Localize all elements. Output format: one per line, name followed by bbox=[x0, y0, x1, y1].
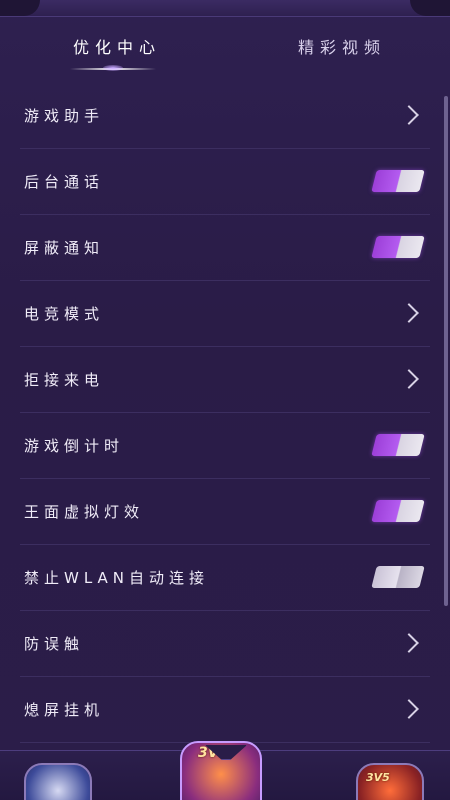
game-badge-text: 3V5 bbox=[366, 771, 390, 784]
chevron-right-icon bbox=[399, 369, 419, 389]
setting-row-game-countdown: 游戏倒计时 bbox=[20, 412, 430, 479]
setting-label: 电竞模式 bbox=[24, 304, 105, 323]
toggle-switch-on[interactable] bbox=[371, 170, 425, 192]
chevron-right-icon bbox=[399, 699, 419, 719]
setting-label: 禁止WLAN自动连接 bbox=[24, 568, 210, 587]
setting-label: 拒接来电 bbox=[24, 370, 105, 389]
game-shortcut-right[interactable]: 3V5 bbox=[356, 763, 424, 800]
toggle-switch-off[interactable] bbox=[371, 566, 425, 588]
setting-label: 游戏助手 bbox=[24, 106, 105, 125]
setting-row-virtual-light: 王面虚拟灯效 bbox=[20, 478, 430, 545]
chevron-right-icon bbox=[399, 303, 419, 323]
setting-label: 屏蔽通知 bbox=[24, 238, 105, 257]
toggle-switch-on[interactable] bbox=[371, 434, 425, 456]
setting-label: 防误触 bbox=[24, 634, 85, 653]
setting-row-anti-mistouch[interactable]: 防误触 bbox=[20, 610, 430, 677]
tab-optimization-center[interactable]: 优化中心 bbox=[73, 34, 161, 58]
setting-row-background-call: 后台通话 bbox=[20, 148, 430, 215]
setting-row-esports-mode[interactable]: 电竞模式 bbox=[20, 280, 430, 347]
toggle-switch-on[interactable] bbox=[371, 236, 425, 258]
tab-featured-videos[interactable]: 精彩视频 bbox=[298, 34, 386, 58]
chevron-right-icon bbox=[399, 633, 419, 653]
setting-label: 游戏倒计时 bbox=[24, 436, 125, 455]
setting-label: 熄屏挂机 bbox=[24, 700, 105, 719]
game-shortcut-left[interactable] bbox=[24, 763, 92, 800]
top-frame-edge bbox=[0, 0, 450, 17]
game-assistant-screen: 优化中心 精彩视频 游戏助手 后台通话 屏蔽通知 电竞模式 拒接来电 游戏倒计时 bbox=[0, 0, 450, 800]
settings-list: 游戏助手 后台通话 屏蔽通知 电竞模式 拒接来电 游戏倒计时 王面虚拟灯效 禁止… bbox=[0, 82, 442, 750]
setting-row-disable-wlan-autoconnect: 禁止WLAN自动连接 bbox=[20, 544, 430, 611]
setting-row-game-helper[interactable]: 游戏助手 bbox=[20, 82, 430, 149]
tab-bar: 优化中心 精彩视频 bbox=[0, 28, 450, 76]
setting-row-screen-off-idle[interactable]: 熄屏挂机 bbox=[20, 676, 430, 743]
setting-row-reject-calls[interactable]: 拒接来电 bbox=[20, 346, 430, 413]
active-tab-indicator bbox=[70, 65, 156, 71]
scrollbar[interactable] bbox=[444, 96, 448, 606]
setting-row-block-notifications: 屏蔽通知 bbox=[20, 214, 430, 281]
setting-label: 后台通话 bbox=[24, 172, 105, 191]
toggle-switch-on[interactable] bbox=[371, 500, 425, 522]
chevron-right-icon bbox=[399, 105, 419, 125]
setting-label: 王面虚拟灯效 bbox=[24, 502, 145, 521]
